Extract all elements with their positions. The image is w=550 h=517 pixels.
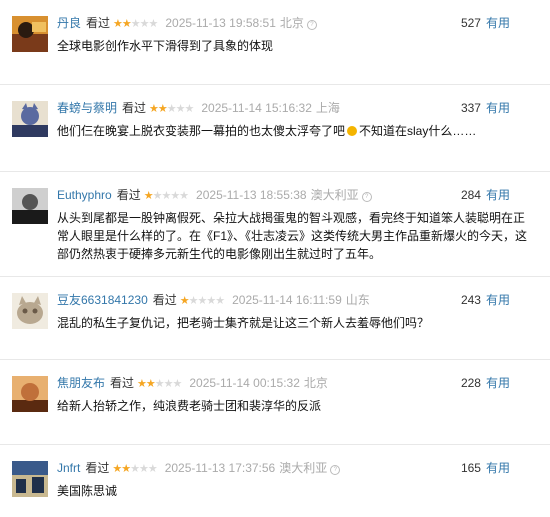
votes: 337 有用 — [461, 99, 510, 117]
votes: 527 有用 — [461, 14, 510, 32]
vote-count: 527 — [460, 16, 481, 30]
vote-count: 284 — [460, 188, 481, 202]
comment-time: 2025-11-13 19:58:51 — [165, 16, 276, 30]
review-meta: 春螃与蔡明 看过 ★★★★★ 2025-11-14 15:16:32 上海 337 有用 — [57, 99, 530, 117]
user-name-link[interactable]: 豆友6631841230 — [57, 293, 148, 307]
review-item: Euthyphro 看过 ★★★★★ 2025-11-13 18:55:38 澳大利亚?… — [0, 172, 550, 277]
user-name-link[interactable]: 丹良 — [57, 16, 81, 30]
avatar[interactable] — [12, 188, 48, 224]
useful-button[interactable]: 有用 — [486, 376, 510, 390]
review-item: 焦朋友布 看过 ★★★★★ 2025-11-14 00:15:32 北京 228 有用 给… — [0, 360, 550, 445]
rating-stars: ★★★★★ — [113, 18, 158, 30]
comment-text: 他们仨在晚宴上脱衣变装那一幕拍的也太傻太浮夸了吧 不知道在slay什么…… — [57, 122, 528, 140]
comment-text-part: 不知道在slay什么…… — [359, 124, 477, 138]
comment-location: 澳大利亚 — [310, 188, 359, 202]
comment-location: 北京 — [303, 376, 328, 390]
user-name-link[interactable]: 焦朋友布 — [57, 376, 105, 390]
help-icon[interactable]: ? — [361, 192, 372, 202]
avatar[interactable] — [12, 101, 48, 137]
comment-text: 美国陈思诚 — [57, 484, 118, 498]
review-meta: Euthyphro 看过 ★★★★★ 2025-11-13 18:55:38 澳大利亚?… — [57, 186, 530, 204]
comment-text: 混乱的私生子复仇记，把老骑士集齐就是让这三个新人去羞辱他们吗？ — [57, 316, 430, 330]
vote-count: 228 — [460, 376, 481, 390]
useful-button[interactable]: 有用 — [486, 293, 510, 307]
review-item: 豆友6631841230 看过 ★★★★★ 2025-11-14 16:11:59 山东… — [0, 277, 550, 360]
comment-time: 2025-11-13 18:55:38 — [196, 188, 307, 202]
user-name-link[interactable]: 春螃与蔡明 — [57, 101, 117, 115]
help-icon[interactable]: ? — [306, 20, 317, 30]
review-item: 春螃与蔡明 看过 ★★★★★ 2025-11-14 15:16:32 上海 337 有用 … — [0, 85, 550, 172]
comment-text: 全球电影创作水平下滑得到了具象的体现 — [57, 39, 274, 53]
useful-button[interactable]: 有用 — [486, 188, 510, 202]
review-meta: Jnfrt 看过 ★★★★★ 2025-11-13 17:37:56 澳大利亚? 165… — [57, 459, 530, 477]
votes: 243 有用 — [461, 291, 510, 309]
rating-stars: ★★★★★ — [143, 190, 189, 202]
watched-label: 看过 — [116, 188, 141, 202]
vote-count: 337 — [460, 101, 481, 115]
watched-label: 看过 — [110, 376, 135, 390]
watched-label: 看过 — [152, 293, 177, 307]
comment-location: 上海 — [315, 101, 340, 115]
comment-text-part: 他们仨在晚宴上脱衣变装那一幕拍的也太傻太浮夸了吧 — [57, 124, 346, 138]
votes: 284 有用 — [461, 186, 510, 204]
avatar[interactable] — [12, 16, 48, 52]
review-meta: 丹良 看过 ★★★★★ 2025-11-13 19:58:51 北京? 527 有用 — [57, 14, 530, 32]
avatar[interactable] — [12, 293, 48, 329]
rating-stars: ★★★★★ — [179, 295, 225, 307]
useful-button[interactable]: 有用 — [486, 16, 510, 30]
vote-count: 165 — [460, 461, 481, 475]
comment-time: 2025-11-14 15:16:32 — [201, 101, 312, 115]
votes: 228 有用 — [461, 374, 510, 392]
avatar[interactable] — [12, 376, 48, 412]
review-item: Jnfrt 看过 ★★★★★ 2025-11-13 17:37:56 澳大利亚? 165… — [0, 445, 550, 517]
review-meta: 焦朋友布 看过 ★★★★★ 2025-11-14 00:15:32 北京 228 有用 — [57, 374, 530, 392]
laughing-emoji-icon — [347, 126, 358, 136]
watched-label: 看过 — [122, 101, 147, 115]
comment-location: 澳大利亚 — [279, 461, 328, 475]
votes: 165 有用 — [461, 459, 510, 477]
comment-text: 从头到尾都是一股钟离假死、朵拉大战揭蛋鬼的智斗观感，看完终于知道笨人装聪明在正常… — [57, 211, 528, 261]
comment-time: 2025-11-14 00:15:32 — [189, 376, 300, 390]
comment-time: 2025-11-14 16:11:59 — [232, 293, 342, 307]
rating-stars: ★★★★★ — [149, 103, 194, 115]
useful-button[interactable]: 有用 — [486, 461, 510, 475]
watched-label: 看过 — [86, 16, 111, 30]
rating-stars: ★★★★★ — [137, 378, 182, 390]
user-name-link[interactable]: Euthyphro — [57, 188, 112, 202]
vote-count: 243 — [460, 293, 481, 307]
useful-button[interactable]: 有用 — [486, 101, 510, 115]
help-icon[interactable]: ? — [330, 465, 341, 475]
comment-location: 山东 — [345, 293, 370, 307]
review-meta: 豆友6631841230 看过 ★★★★★ 2025-11-14 16:11:59 山东… — [57, 291, 530, 309]
comment-location: 北京 — [279, 16, 304, 30]
avatar[interactable] — [12, 461, 48, 497]
user-name-link[interactable]: Jnfrt — [57, 461, 80, 475]
comment-text: 给新人抬轿之作，纯浪费老骑士团和裴淳华的反派 — [57, 399, 322, 413]
review-list: 丹良 看过 ★★★★★ 2025-11-13 19:58:51 北京? 527 有用 全球… — [0, 0, 550, 517]
comment-time: 2025-11-13 17:37:56 — [164, 461, 276, 475]
review-item: 丹良 看过 ★★★★★ 2025-11-13 19:58:51 北京? 527 有用 全球… — [0, 0, 550, 85]
watched-label: 看过 — [85, 461, 110, 475]
rating-stars: ★★★★★ — [112, 463, 157, 475]
